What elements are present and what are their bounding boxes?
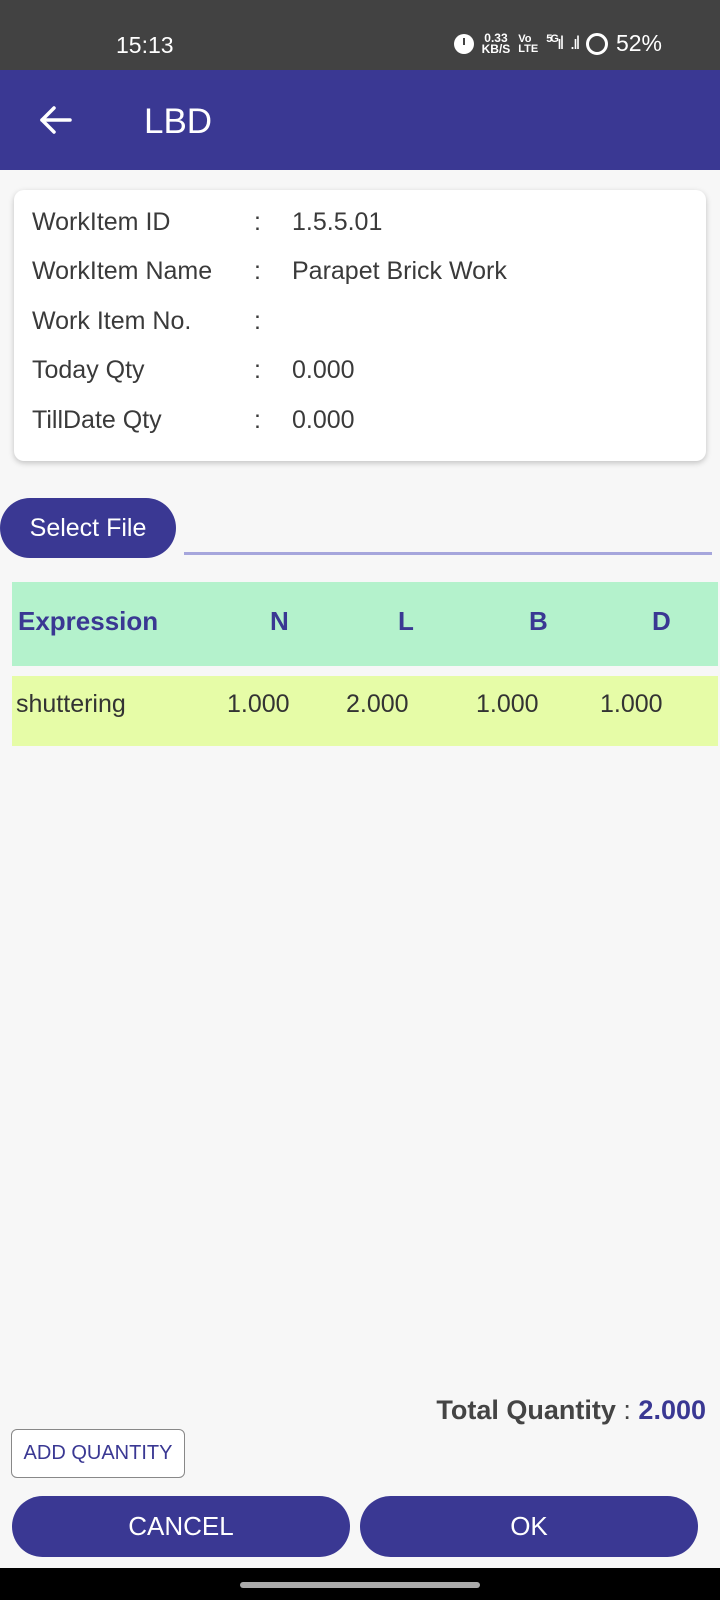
- cancel-button[interactable]: CANCEL: [12, 1496, 350, 1557]
- cell-d: 1.000: [600, 690, 663, 718]
- column-header-expression: Expression: [18, 606, 159, 636]
- info-colon: :: [254, 307, 261, 335]
- volte-indicator: Vo LTE: [518, 32, 539, 55]
- table-header: Expression N L B D: [12, 582, 718, 666]
- signal-bars-1: ıl: [556, 33, 564, 53]
- arrow-left-icon: [40, 106, 72, 134]
- ok-button[interactable]: OK: [360, 1496, 698, 1557]
- status-icons: 0.33 KB/S Vo LTE 5Gıl .ıl 52%: [453, 30, 662, 57]
- volte-top: Vo: [518, 32, 532, 45]
- battery-level: 52%: [615, 30, 662, 56]
- work-item-card: WorkItem ID : 1.5.5.01 WorkItem Name : P…: [14, 190, 706, 461]
- info-label: WorkItem Name: [32, 257, 213, 285]
- cell-l: 2.000: [346, 690, 409, 718]
- info-value: 0.000: [292, 356, 355, 384]
- info-value: Parapet Brick Work: [292, 257, 507, 285]
- navigation-bar: [0, 1568, 720, 1600]
- info-colon: :: [254, 356, 261, 384]
- network-type: 5G: [546, 33, 559, 45]
- signal-icon: 5Gıl: [546, 33, 564, 54]
- info-label: WorkItem ID: [32, 208, 171, 236]
- add-quantity-button[interactable]: ADD QUANTITY: [11, 1429, 185, 1478]
- status-time: 15:13: [116, 32, 174, 58]
- select-file-button[interactable]: Select File: [0, 498, 176, 558]
- info-colon: :: [254, 257, 261, 285]
- home-gesture-handle[interactable]: [240, 1582, 480, 1588]
- info-label: TillDate Qty: [32, 406, 162, 434]
- total-quantity: Total Quantity : 2.000: [436, 1395, 706, 1426]
- table-row[interactable]: shuttering 1.000 2.000 1.000 1.000: [12, 676, 718, 746]
- column-header-l: L: [398, 606, 414, 636]
- total-value: 2.000: [638, 1395, 706, 1425]
- battery-icon: [585, 32, 608, 55]
- column-header-n: N: [270, 606, 289, 636]
- info-value: 1.5.5.01: [292, 208, 383, 236]
- alarm-icon: [453, 33, 474, 54]
- status-bar: 15:13 0.33 KB/S Vo LTE 5Gıl .ıl 52%: [0, 0, 720, 70]
- info-label: Work Item No.: [32, 307, 192, 335]
- back-button[interactable]: [34, 98, 78, 142]
- speed-unit: KB/S: [481, 41, 511, 56]
- cell-n: 1.000: [227, 690, 290, 718]
- page-title: LBD: [144, 102, 213, 141]
- column-header-d: D: [652, 606, 671, 636]
- total-label: Total Quantity: [436, 1395, 616, 1425]
- volte-bottom: LTE: [518, 42, 539, 55]
- network-speed: 0.33 KB/S: [481, 32, 511, 56]
- info-label: Today Qty: [32, 356, 145, 384]
- column-header-b: B: [529, 606, 548, 636]
- app-bar: LBD: [0, 70, 720, 170]
- cell-b: 1.000: [476, 690, 539, 718]
- file-name-field[interactable]: [184, 552, 712, 555]
- info-colon: :: [254, 208, 261, 236]
- total-colon: :: [615, 1395, 639, 1425]
- cell-expression: shuttering: [16, 690, 126, 718]
- info-value: 0.000: [292, 406, 355, 434]
- info-colon: :: [254, 406, 261, 434]
- signal-icon-2: .ıl: [569, 33, 580, 53]
